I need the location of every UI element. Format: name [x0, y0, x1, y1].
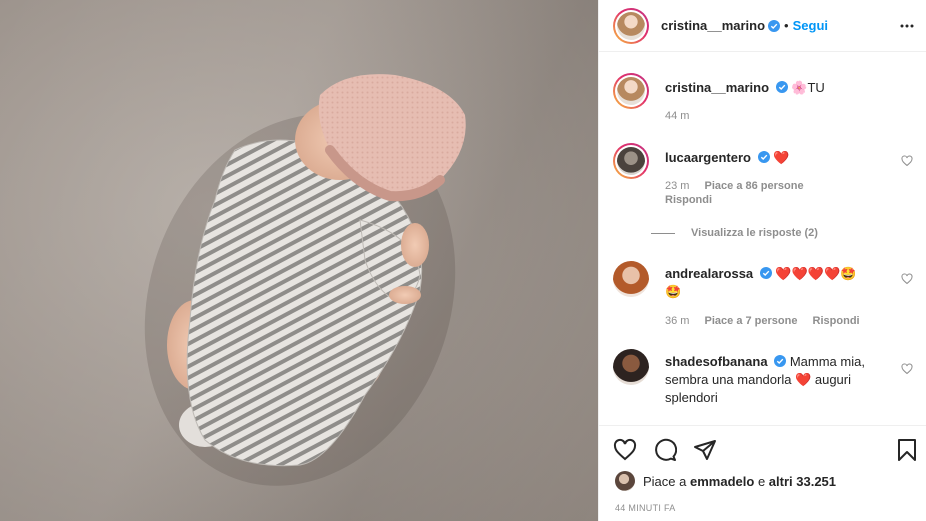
- commenter-avatar[interactable]: [613, 143, 649, 179]
- comment-like-heart-icon[interactable]: [901, 155, 913, 167]
- share-icon[interactable]: [693, 438, 717, 462]
- comment-text-line2: 🤩: [665, 284, 682, 299]
- more-options-icon[interactable]: [899, 18, 915, 34]
- comment-time[interactable]: 36 m: [665, 315, 689, 327]
- comment-like-heart-icon[interactable]: [901, 273, 913, 285]
- verified-badge-icon: [768, 19, 781, 32]
- reply-button[interactable]: Rispondi: [813, 315, 860, 327]
- comment-time[interactable]: 23 m: [665, 180, 689, 192]
- post-side-panel: cristina__marino • Segui cristina__marin…: [598, 0, 926, 521]
- post-timestamp[interactable]: 44 MINUTI FA: [615, 503, 676, 513]
- likes-summary[interactable]: Piace a emmadelo e altri 33.251: [615, 471, 836, 491]
- commenter-avatar[interactable]: [613, 349, 649, 385]
- follow-button[interactable]: Segui: [793, 18, 828, 33]
- likes-others[interactable]: altri 33.251: [769, 474, 836, 489]
- caption-emoji: 🌸: [791, 80, 808, 95]
- likes-joiner: e: [757, 473, 766, 489]
- comment-text: ❤️: [773, 150, 790, 165]
- verified-badge-icon: [759, 267, 772, 279]
- view-replies-label: Visualizza le risposte (2): [691, 227, 818, 239]
- replies-divider: [651, 232, 675, 234]
- likes-user[interactable]: emmadelo: [690, 474, 754, 489]
- post-photo[interactable]: [0, 0, 598, 521]
- post-header: cristina__marino • Segui: [599, 0, 926, 52]
- separator-dot: •: [784, 18, 789, 33]
- comment-icon[interactable]: [653, 438, 677, 462]
- verified-badge-icon: [757, 151, 770, 163]
- verified-badge-icon: [775, 81, 788, 93]
- commenter-avatar[interactable]: [613, 261, 649, 297]
- author-avatar[interactable]: [613, 7, 649, 44]
- reply-button[interactable]: Rispondi: [665, 194, 712, 206]
- caption-username[interactable]: cristina__marino: [665, 80, 769, 95]
- comment-likes[interactable]: Piace a 86 persone: [705, 180, 804, 192]
- comment-username[interactable]: andrealarossa: [665, 266, 753, 281]
- liker-avatar: [615, 471, 635, 491]
- comment-username[interactable]: shadesofbanana: [665, 354, 768, 369]
- comment-username[interactable]: lucaargentero: [665, 150, 751, 165]
- view-replies-button[interactable]: Visualizza le risposte (2): [651, 227, 818, 239]
- bookmark-icon[interactable]: [895, 438, 919, 462]
- likes-prefix: Piace a: [643, 473, 687, 489]
- baby-illustration: [144, 74, 466, 486]
- verified-badge-icon: [774, 355, 787, 367]
- author-avatar-small[interactable]: [613, 73, 649, 109]
- author-username[interactable]: cristina__marino: [661, 18, 765, 33]
- comment-text: ❤️❤️❤️❤️🤩: [775, 266, 857, 281]
- comment-likes[interactable]: Piace a 7 persone: [705, 315, 798, 327]
- comment-like-heart-icon[interactable]: [901, 363, 913, 375]
- comments-list: cristina__marino 🌸TU 44 m lucaargentero …: [599, 53, 926, 425]
- caption-text: TU: [807, 80, 825, 95]
- caption-time[interactable]: 44 m: [665, 110, 689, 122]
- heart-icon[interactable]: [613, 438, 637, 462]
